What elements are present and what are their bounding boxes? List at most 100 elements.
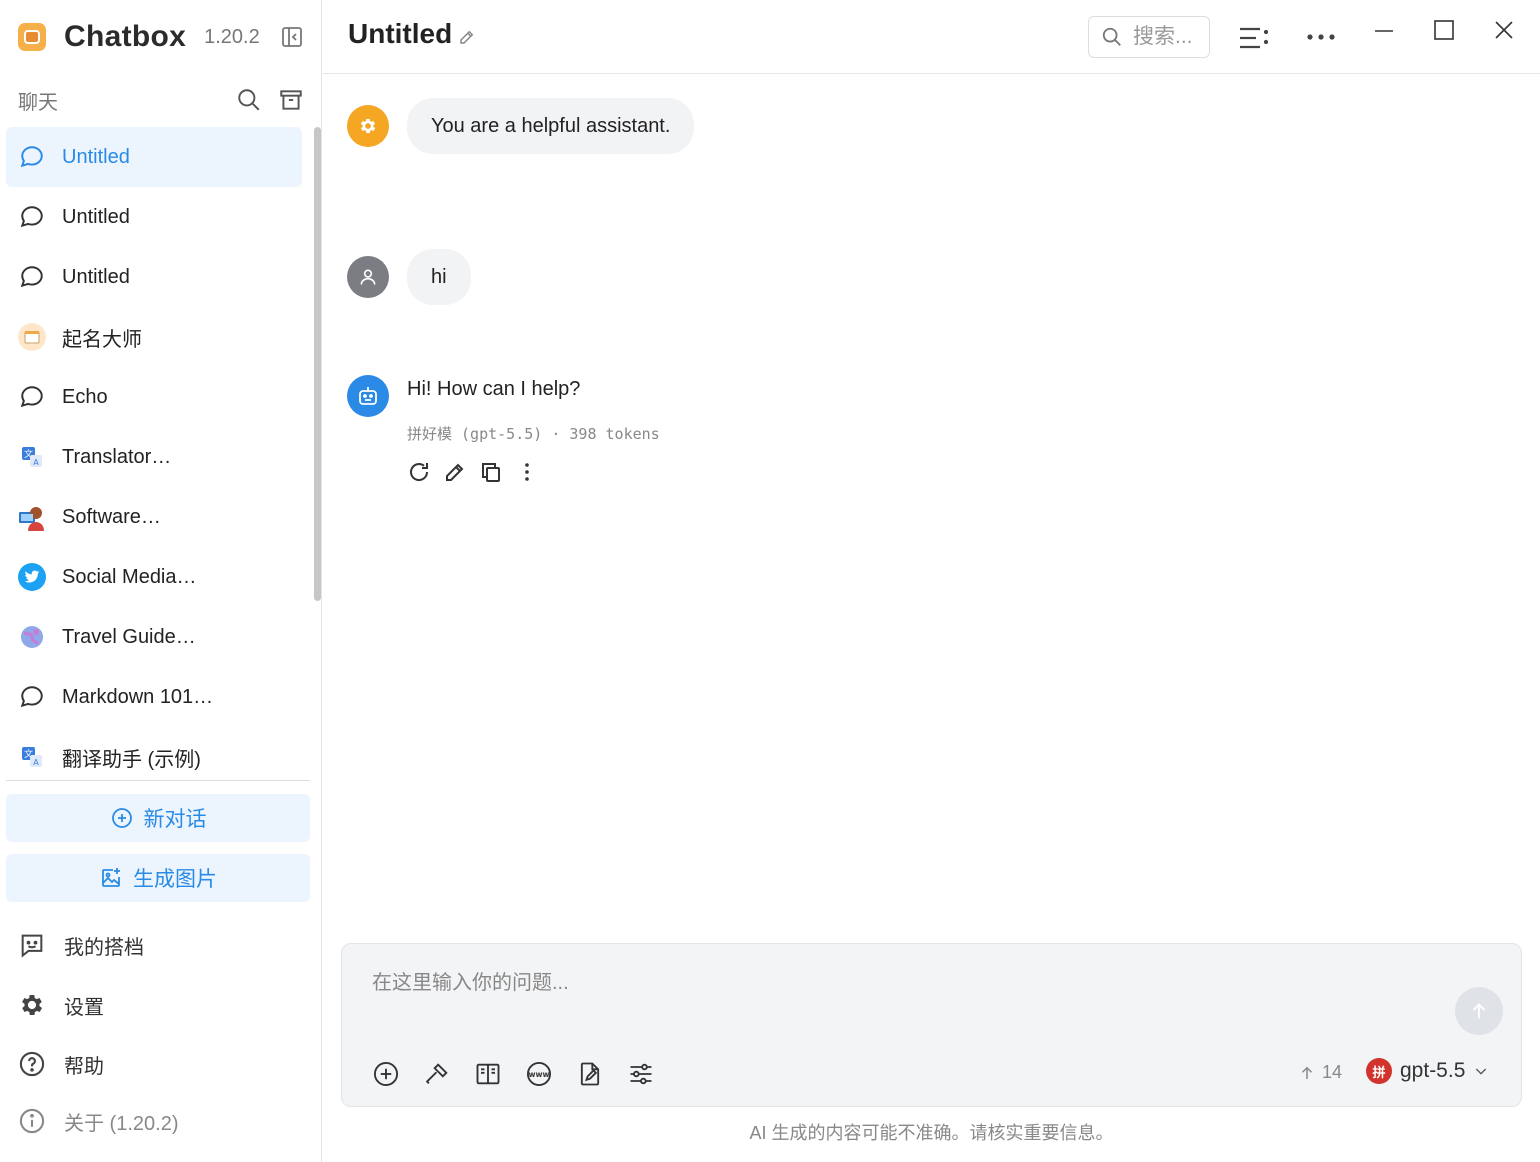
context-count-value: 14	[1322, 1062, 1343, 1082]
message-input[interactable]	[372, 966, 1432, 1006]
translate-avatar-icon: 文A	[18, 443, 46, 471]
chat-item-label: Untitled	[62, 145, 130, 168]
chatbox-window: Chatbox 1.20.2 聊天 Untitled Untitled Unti…	[0, 0, 1540, 1162]
system-message: You are a helpful assistant.	[347, 98, 695, 154]
twitter-avatar-icon	[18, 563, 46, 591]
chat-item[interactable]: Social Media…	[6, 547, 302, 607]
edit-icon[interactable]	[443, 460, 467, 484]
chat-bubble-icon	[18, 203, 46, 231]
developer-avatar-icon	[18, 503, 46, 531]
about-nav[interactable]: 关于 (1.20.2)	[18, 1101, 308, 1141]
web-browsing-icon[interactable]: www	[525, 1060, 553, 1088]
settings-label: 设置	[64, 996, 104, 1019]
globe-avatar-icon	[18, 623, 46, 651]
chat-item[interactable]: Travel Guide…	[6, 607, 302, 667]
chatbox-logo-icon	[18, 23, 46, 51]
chat-item[interactable]: 文A Translator…	[6, 427, 302, 487]
brand: Chatbox 1.20.2	[18, 16, 304, 58]
section-title: 聊天	[18, 91, 58, 114]
chat-item-label: Travel Guide…	[62, 625, 196, 648]
my-partners-label: 我的搭档	[64, 936, 144, 959]
chat-item[interactable]: Echo	[6, 367, 302, 427]
chat-item-label: Social Media…	[62, 565, 197, 588]
conversation-title: Untitled	[348, 18, 453, 49]
search-input[interactable]	[1133, 25, 1203, 49]
chat-item[interactable]: Untitled	[6, 127, 302, 187]
attach-add-icon[interactable]	[372, 1060, 400, 1088]
chat-item-label: 翻译助手 (示例)	[62, 748, 201, 771]
settings-nav[interactable]: 设置	[18, 985, 308, 1025]
app-version: 1.20.2	[204, 25, 260, 48]
generate-image-button[interactable]: 生成图片	[6, 854, 310, 902]
maximize-window-icon[interactable]	[1432, 18, 1456, 42]
file-attach-icon[interactable]	[576, 1060, 604, 1088]
chat-item[interactable]: Untitled	[6, 247, 302, 307]
minimize-window-icon[interactable]	[1372, 18, 1396, 42]
regenerate-icon[interactable]	[407, 460, 431, 484]
chat-item[interactable]: 起名大师	[6, 307, 302, 367]
new-chat-label: 新对话	[143, 808, 207, 831]
chat-item-label: Markdown 101…	[62, 685, 214, 708]
message-outline-icon[interactable]	[1238, 22, 1270, 54]
chat-item[interactable]: Markdown 101…	[6, 667, 302, 727]
assistant-text: Hi! How can I help?	[407, 378, 581, 400]
search-box[interactable]	[1088, 16, 1210, 58]
edit-title-icon[interactable]	[458, 28, 476, 46]
user-message: hi	[347, 249, 471, 305]
message-actions	[407, 460, 660, 484]
search-icon	[1101, 26, 1123, 48]
chat-item-label: Echo	[62, 385, 108, 408]
chat-list-scrollbar[interactable]	[314, 127, 321, 601]
context-count[interactable]: 14	[1298, 1062, 1342, 1083]
ai-disclaimer: AI 生成的内容可能不准确。请核实重要信息。	[749, 1123, 1114, 1143]
collapse-sidebar-icon[interactable]	[280, 25, 304, 49]
translate-avatar-icon: 文A	[18, 743, 46, 771]
assistant-message: Hi! How can I help? 拼好模 (gpt-5.5) · 398 …	[407, 378, 660, 484]
chat-bubble-icon	[18, 143, 46, 171]
user-bubble: hi	[407, 249, 471, 305]
help-circle-icon	[18, 1050, 46, 1078]
chat-item-label: 起名大师	[62, 328, 142, 351]
my-partners-nav[interactable]: 我的搭档	[18, 925, 308, 965]
chat-item[interactable]: Untitled	[6, 187, 302, 247]
tools-hammer-icon[interactable]	[423, 1060, 451, 1088]
provider-badge: 拼	[1366, 1058, 1392, 1084]
notepad-avatar-icon	[18, 323, 46, 351]
chat-item-label: Untitled	[62, 205, 130, 228]
message-composer: www 14 拼 gpt-5.5	[341, 943, 1522, 1107]
svg-text:www: www	[528, 1070, 549, 1079]
arrow-up-icon	[1298, 1064, 1316, 1082]
chat-list: Untitled Untitled Untitled 起名大师 Echo 文A …	[6, 127, 302, 787]
more-vertical-icon[interactable]	[515, 460, 539, 484]
svg-text:A: A	[33, 758, 39, 767]
chat-bubble-icon	[18, 383, 46, 411]
archive-icon[interactable]	[278, 87, 304, 113]
close-window-icon[interactable]	[1492, 18, 1516, 42]
sidebar: Chatbox 1.20.2 聊天 Untitled Untitled Unti…	[0, 0, 322, 1162]
system-gear-icon	[347, 105, 389, 147]
knowledge-book-icon[interactable]	[474, 1060, 502, 1088]
send-button[interactable]	[1455, 987, 1503, 1035]
more-horizontal-icon[interactable]	[1305, 22, 1337, 54]
help-label: 帮助	[64, 1055, 104, 1078]
chat-bubble-icon	[18, 263, 46, 291]
chat-item[interactable]: Software…	[6, 487, 302, 547]
help-nav[interactable]: 帮助	[18, 1044, 308, 1084]
about-label: 关于 (1.20.2)	[64, 1112, 179, 1135]
info-circle-icon	[18, 1107, 46, 1135]
search-icon[interactable]	[236, 87, 262, 113]
gear-icon	[18, 991, 46, 1019]
sliders-settings-icon[interactable]	[627, 1060, 655, 1088]
chat-section-header: 聊天	[18, 84, 304, 116]
copy-icon[interactable]	[479, 460, 503, 484]
main-panel: Untitled You are a helpful assistant.	[323, 0, 1540, 1162]
bot-face-icon	[18, 931, 46, 959]
assistant-meta: 拼好模 (gpt-5.5) · 398 tokens	[407, 425, 660, 443]
model-selector[interactable]: 拼 gpt-5.5	[1366, 1058, 1489, 1084]
top-bar: Untitled	[323, 0, 1540, 74]
generate-image-label: 生成图片	[133, 868, 217, 891]
new-chat-button[interactable]: 新对话	[6, 794, 310, 842]
user-avatar-icon	[347, 256, 389, 298]
chat-item-label: Translator…	[62, 445, 172, 468]
chat-item[interactable]: 文A 翻译助手 (示例)	[6, 727, 302, 787]
